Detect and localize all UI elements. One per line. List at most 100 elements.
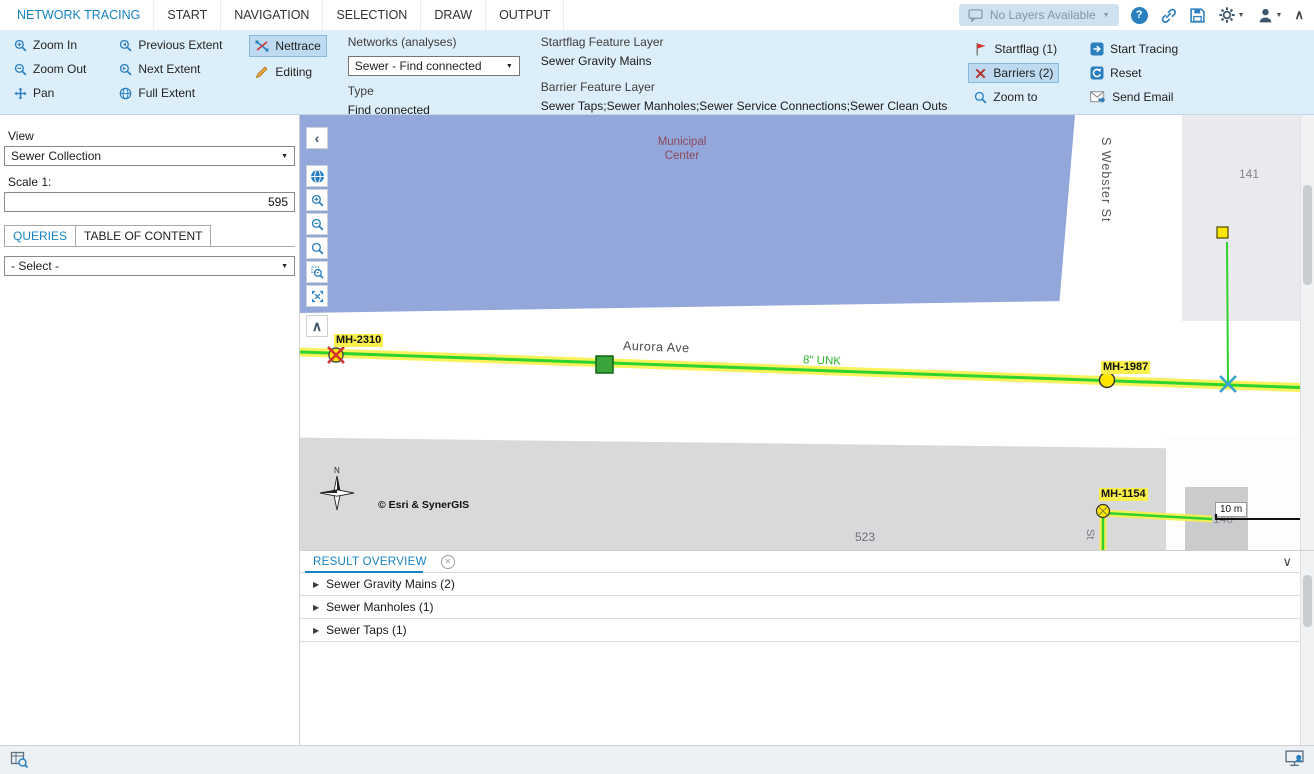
result-row-taps[interactable]: ▶ Sewer Taps (1): [300, 619, 1314, 642]
tab-draw[interactable]: DRAW: [421, 0, 486, 30]
tab-navigation[interactable]: NAVIGATION: [221, 0, 323, 30]
startflag-marker[interactable]: [596, 356, 613, 373]
no-layers-icon: [968, 9, 983, 22]
map-full-extent-button[interactable]: [306, 285, 328, 307]
layers-dropdown-label: No Layers Available: [990, 8, 1096, 22]
previous-extent-button[interactable]: Previous Extent: [113, 35, 228, 55]
result-overview-panel: RESULT OVERVIEW ✕ ∨ ▶ Sewer Gravity Main…: [300, 550, 1314, 745]
result-row-gravity-mains[interactable]: ▶ Sewer Gravity Mains (2): [300, 573, 1314, 596]
zoom-to-button[interactable]: Zoom to: [968, 87, 1043, 107]
manhole-mh1987-marker[interactable]: [1100, 373, 1115, 388]
top-menu-bar: NETWORK TRACING START NAVIGATION SELECTI…: [0, 0, 1314, 30]
start-tracing-button[interactable]: Start Tracing: [1084, 39, 1184, 59]
settings-menu-button[interactable]: ▼: [1218, 6, 1245, 24]
pan-icon: [14, 87, 27, 100]
editing-button[interactable]: Editing: [249, 61, 318, 83]
email-icon: [1090, 91, 1106, 104]
tab-output[interactable]: OUTPUT: [486, 0, 564, 30]
user-menu-button[interactable]: ▼: [1257, 7, 1283, 24]
view-select[interactable]: Sewer Collection ▼: [4, 146, 295, 166]
startflag-layer-value: Sewer Gravity Mains: [541, 54, 652, 69]
layers-dropdown[interactable]: No Layers Available ▼: [959, 4, 1119, 26]
globe-button[interactable]: [306, 165, 328, 187]
collapse-sidebar-button[interactable]: ‹: [306, 127, 328, 149]
collapse-toolbar-button[interactable]: ∧: [306, 315, 328, 337]
barrier-layer-label: Barrier Feature Layer: [541, 80, 655, 95]
full-extent-button[interactable]: Full Extent: [113, 83, 201, 103]
sidebar-tabs: QUERIES TABLE OF CONTENT: [4, 225, 295, 247]
barriers-button[interactable]: Barriers (2): [968, 63, 1059, 83]
ribbon-group-tools: Nettrace Editing: [249, 35, 326, 83]
caret-down-icon: ▼: [281, 263, 288, 270]
caret-down-icon: ▼: [1103, 12, 1110, 19]
reset-icon: [1090, 66, 1104, 80]
collapse-ribbon-button[interactable]: ∧: [1294, 7, 1304, 23]
close-results-button[interactable]: ✕: [441, 555, 455, 569]
tap-marker[interactable]: [1217, 227, 1228, 238]
map-viewport[interactable]: N Municipal Center S Webster St 141 Auro…: [300, 115, 1314, 550]
barriers-label: Barriers (2): [993, 66, 1053, 80]
attribute-search-button[interactable]: [10, 750, 28, 771]
scale-input[interactable]: [4, 192, 295, 212]
manhole-label-mh1154: MH-1154: [1099, 488, 1148, 501]
save-button[interactable]: [1189, 7, 1206, 24]
municipal-center-label: Municipal Center: [652, 135, 712, 163]
zoom-in-button[interactable]: Zoom In: [8, 35, 83, 55]
networks-select-value: Sewer - Find connected: [355, 59, 482, 73]
reset-button[interactable]: Reset: [1084, 63, 1147, 83]
gear-icon: [1218, 6, 1236, 24]
globe-icon: [310, 169, 325, 184]
expand-row-icon: ▶: [313, 626, 319, 635]
pan-button[interactable]: Pan: [8, 83, 60, 103]
map-zoom-out-button[interactable]: [306, 213, 328, 235]
results-vertical-scrollbar[interactable]: [1300, 551, 1314, 745]
help-icon[interactable]: ?: [1131, 7, 1148, 24]
editing-label: Editing: [275, 65, 312, 79]
tab-network-tracing[interactable]: NETWORK TRACING: [4, 0, 154, 30]
left-sidebar: View Sewer Collection ▼ Scale 1: QUERIES…: [0, 115, 300, 745]
map-vertical-scrollbar[interactable]: [1300, 115, 1314, 550]
magnifier-icon: [311, 242, 324, 255]
view-label: View: [8, 129, 295, 143]
query-select-value: - Select -: [11, 259, 59, 273]
collapse-results-button[interactable]: ∨: [1282, 554, 1292, 570]
scrollbar-thumb[interactable]: [1303, 185, 1312, 285]
street-label-st: St: [1084, 529, 1096, 539]
startflag-icon: [974, 42, 988, 56]
zoom-to-icon: [974, 91, 987, 104]
tab-selection[interactable]: SELECTION: [323, 0, 421, 30]
user-icon: [1257, 7, 1274, 24]
ribbon-group-zoom: Zoom In Zoom Out Pan: [8, 35, 92, 103]
map-zoom-select-button[interactable]: [306, 237, 328, 259]
query-select[interactable]: - Select - ▼: [4, 256, 295, 276]
caret-down-icon: ▼: [1276, 12, 1283, 19]
previous-extent-icon: [119, 39, 132, 52]
map-toolbar: ‹: [306, 127, 330, 339]
compass-north-arrow: N: [320, 466, 354, 510]
networks-select[interactable]: Sewer - Find connected ▼: [348, 56, 520, 76]
sewer-service-line: [1227, 242, 1228, 383]
caret-down-icon: ▼: [281, 153, 288, 160]
previous-extent-label: Previous Extent: [138, 38, 222, 52]
ribbon-group-layers: Startflag Feature Layer Sewer Gravity Ma…: [541, 35, 948, 114]
result-row-manholes[interactable]: ▶ Sewer Manholes (1): [300, 596, 1314, 619]
pencil-icon: [255, 65, 269, 79]
startflag-layer-label: Startflag Feature Layer: [541, 35, 664, 50]
tab-table-of-content[interactable]: TABLE OF CONTENT: [76, 225, 211, 246]
scrollbar-thumb[interactable]: [1303, 575, 1312, 627]
next-extent-button[interactable]: Next Extent: [113, 59, 206, 79]
nettrace-button[interactable]: Nettrace: [249, 35, 326, 57]
save-icon: [1189, 7, 1206, 24]
share-link-button[interactable]: [1160, 7, 1177, 24]
send-email-button[interactable]: Send Email: [1084, 87, 1179, 107]
street-label-aurora: Aurora Ave: [623, 339, 690, 356]
session-share-button[interactable]: [1285, 750, 1304, 770]
tab-queries[interactable]: QUERIES: [4, 225, 76, 246]
zoom-in-icon: [14, 39, 27, 52]
map-zoom-in-button[interactable]: [306, 189, 328, 211]
map-zoom-window-button[interactable]: [306, 261, 328, 283]
full-extent-label: Full Extent: [138, 86, 195, 100]
startflag-button[interactable]: Startflag (1): [968, 39, 1063, 59]
zoom-out-button[interactable]: Zoom Out: [8, 59, 92, 79]
tab-start[interactable]: START: [154, 0, 221, 30]
